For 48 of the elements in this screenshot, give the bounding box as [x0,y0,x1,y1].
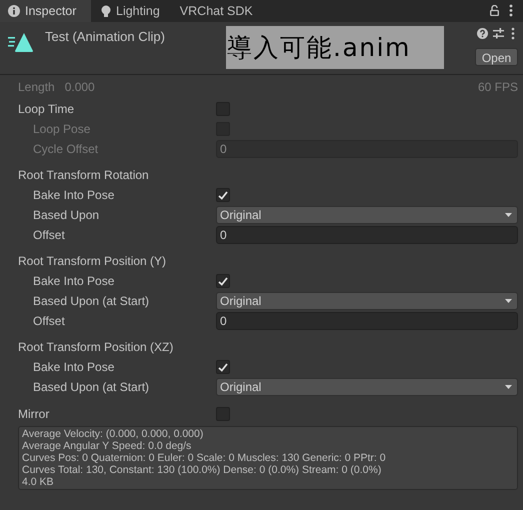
length-label: Length [18,79,55,96]
property-label: Cycle Offset [32,141,100,158]
info-text: Curves Total: 130, Constant: 130 (100.0%) Dense: 0 (0.0%) Stream: 0 (0.0%) [22,464,382,476]
tab[interactable]: VRChat SDK [170,0,263,22]
open-button[interactable]: Open [475,48,518,66]
info-text: 4.0 KB [22,476,55,488]
checkbox[interactable] [216,188,230,202]
info-text: Curves Pos: 0 Quaternion: 0 Euler: 0 Scale: 0 Muscles: 130 Generic: 0 PPtr: 0 [22,452,387,464]
property-label: Bake Into Pose [32,273,116,290]
section-label: Root Transform Position (XZ) [18,339,174,356]
tab[interactable]: Lighting [91,0,170,22]
dropdown[interactable]: Original [216,378,518,396]
checkbox[interactable] [216,274,230,288]
more-icon[interactable] [509,4,513,17]
caret-icon [505,299,512,303]
overlay-label: 導入可能.anim [226,26,444,69]
dropdown[interactable]: Original [216,206,518,224]
property-label: Offset [32,227,66,244]
more-icon[interactable] [511,27,515,40]
help-icon[interactable] [477,28,488,39]
clip-title: Test (Animation Clip) [45,28,165,46]
caret-icon [505,213,512,217]
property-label: Based Upon (at Start) [32,293,150,310]
dropdown[interactable]: Original [216,292,518,310]
section-label: Root Transform Rotation [18,167,150,184]
lightbulb-icon [101,4,111,18]
tab[interactable]: Inspector [0,0,91,22]
info-text: Average Velocity: (0.000, 0.000, 0.000) [22,428,204,440]
property-label: Based Upon [32,207,100,224]
number-field[interactable]: 0 [216,312,518,330]
property-label: Offset [32,313,66,330]
property-label: Bake Into Pose [32,187,116,204]
animation-clip-icon [8,32,34,52]
number-field[interactable]: 0 [216,226,518,244]
info-icon [8,5,20,17]
length-value: 0.000 [64,79,95,96]
frame-rate: 60 FPS [478,79,518,96]
settings-icon[interactable] [493,28,504,39]
section-label: Root Transform Position (Y) [18,253,168,270]
caret-icon [505,385,512,389]
info-text: Average Angular Y Speed: 0.0 deg/s [22,440,192,452]
property-label: Based Upon (at Start) [32,379,150,396]
property-label: Loop Time [18,101,76,118]
lock-icon[interactable] [490,5,499,16]
property-label: Loop Pose [32,121,92,138]
property-label: Bake Into Pose [32,359,116,376]
property-label: Mirror [18,406,50,423]
checkbox[interactable] [216,360,230,374]
